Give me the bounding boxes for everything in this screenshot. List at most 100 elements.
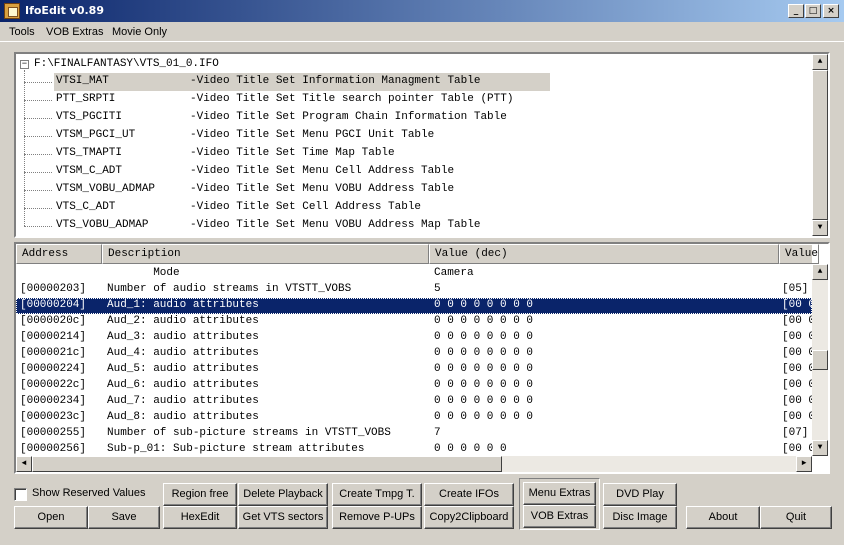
- scroll-left-icon[interactable]: ◄: [16, 456, 32, 472]
- vob-extras-button[interactable]: VOB Extras: [523, 505, 596, 528]
- tree-item[interactable]: VTS_VOBU_ADMAP -Video Title Set Menu VOBU…: [24, 217, 544, 235]
- cell-description: Number of audio streams in VTSTT_VOBS: [107, 283, 352, 295]
- tree-connector: [24, 172, 52, 173]
- cell-address: [0000022c]: [20, 379, 87, 391]
- cell-address: [00000256]: [20, 443, 87, 455]
- collapse-icon[interactable]: −: [20, 60, 29, 69]
- cell-value-hex: [00 0: [782, 363, 816, 375]
- tree-item[interactable]: VTS_PGCITI -Video Title Set Program Chain…: [24, 109, 544, 127]
- create-tmpg-button[interactable]: Create Tmpg T.: [332, 483, 422, 506]
- quit-button[interactable]: Quit: [760, 506, 832, 529]
- cell-value-dec: 0 0 0 0 0 0: [434, 443, 507, 455]
- save-button[interactable]: Save: [88, 506, 160, 529]
- table-row[interactable]: [0000021c] Aud_4: audio attributes 0 0 0 0…: [16, 346, 815, 362]
- tree-item[interactable]: PTT_SRPTI -Video Title Set Title search p…: [24, 91, 544, 109]
- menu-extras-button[interactable]: Menu Extras: [523, 482, 596, 505]
- tree-item[interactable]: VTSI_MAT -Video Title Set Information Man…: [24, 73, 550, 91]
- disc-image-button[interactable]: Disc Image: [603, 506, 677, 529]
- cell-description: Aud_4: audio attributes: [107, 347, 259, 359]
- ifo-tree-view[interactable]: − F:\FINALFANTASY\VTS_01_0.IFO VTSI_MAT -…: [14, 52, 830, 238]
- cell-value-hex: [00 0: [782, 299, 816, 311]
- cell-address: [00000214]: [20, 331, 87, 343]
- scroll-thumb[interactable]: [812, 70, 828, 220]
- grid-horizontal-scrollbar[interactable]: ◄ ►: [16, 456, 812, 472]
- title-bar: IfoEdit v0.89 _ □ ×: [0, 0, 844, 22]
- show-reserved-label[interactable]: Show Reserved Values: [32, 487, 146, 499]
- create-ifos-button[interactable]: Create IFOs: [424, 483, 514, 506]
- minimize-button[interactable]: _: [788, 4, 804, 18]
- tree-item-description: -Video Title Set Time Map Table: [190, 147, 395, 159]
- cell-value-dec: 7: [434, 427, 441, 439]
- tree-item[interactable]: VTSM_PGCI_UT -Video Title Set Menu PGCI U…: [24, 127, 544, 145]
- cell-value-hex: [00 0: [782, 315, 816, 327]
- cell-value-dec: 0 0 0 0 0 0 0 0: [434, 331, 534, 343]
- menu-vob-extras[interactable]: VOB Extras: [46, 26, 103, 38]
- tree-item-name: VTSM_VOBU_ADMAP: [56, 183, 156, 195]
- scroll-right-icon[interactable]: ►: [796, 456, 812, 472]
- cell-value-dec: 0 0 0 0 0 0 0 0: [434, 347, 534, 359]
- table-row[interactable]: [00000204] Aud_1: audio attributes 0 0 0 0…: [16, 298, 816, 314]
- table-row[interactable]: [0000022c] Aud_6: audio attributes 0 0 0 0…: [16, 378, 815, 394]
- close-button[interactable]: ×: [823, 4, 839, 18]
- table-row[interactable]: [00000214] Aud_3: audio attributes 0 0 0 0…: [16, 330, 815, 346]
- remove-pups-button[interactable]: Remove P-UPs: [332, 506, 422, 529]
- scroll-thumb[interactable]: [32, 456, 502, 472]
- cell-address: [00000203]: [20, 283, 87, 295]
- delete-playback-button[interactable]: Delete Playback: [238, 483, 328, 506]
- tree-connector: [24, 226, 52, 227]
- tree-item[interactable]: VTSM_C_ADT -Video Title Set Menu Cell Add…: [24, 163, 544, 181]
- tree-item-description: -Video Title Set Title search pointer Ta…: [190, 93, 514, 105]
- table-row[interactable]: [0000020c] Aud_2: audio attributes 0 0 0 0…: [16, 314, 816, 330]
- tree-connector: [24, 82, 52, 83]
- column-header-value-hex[interactable]: Value: [779, 244, 819, 264]
- menu-bar: Tools VOB Extras Movie Only: [0, 22, 844, 42]
- cell-description: Aud_7: audio attributes: [107, 395, 259, 407]
- open-button[interactable]: Open: [14, 506, 88, 529]
- column-header-address[interactable]: Address: [16, 244, 102, 264]
- scroll-down-icon[interactable]: ▼: [812, 220, 828, 236]
- table-row[interactable]: [00000224] Aud_5: audio attributes 0 0 0 0…: [16, 362, 816, 378]
- column-header-description[interactable]: Description: [102, 244, 429, 264]
- tree-item[interactable]: VTS_TMAPTI -Video Title Set Time Map Tabl…: [24, 145, 544, 163]
- cell-description: Aud_3: audio attributes: [107, 331, 259, 343]
- maximize-button[interactable]: □: [805, 4, 821, 18]
- cell-value-dec: 0 0 0 0 0 0 0 0: [434, 395, 534, 407]
- region-free-button[interactable]: Region free: [163, 483, 237, 506]
- cell-description: Mode: [107, 267, 180, 279]
- menu-tools[interactable]: Tools: [9, 26, 35, 38]
- grid-vertical-scrollbar[interactable]: ▲ ▼: [812, 264, 828, 456]
- dvd-play-button[interactable]: DVD Play: [603, 483, 677, 506]
- scroll-up-icon[interactable]: ▲: [812, 54, 828, 70]
- cell-description: Aud_2: audio attributes: [107, 315, 259, 327]
- tree-item[interactable]: VTSM_VOBU_ADMAP -Video Title Set Menu VOB…: [24, 181, 544, 199]
- cell-description: Aud_5: audio attributes: [107, 363, 259, 375]
- about-button[interactable]: About: [686, 506, 760, 529]
- cell-address: [00000234]: [20, 395, 87, 407]
- show-reserved-checkbox[interactable]: [14, 488, 27, 501]
- get-vts-sectors-button[interactable]: Get VTS sectors: [238, 506, 328, 529]
- cell-value-dec: 0 0 0 0 0 0 0 0: [434, 363, 534, 375]
- menu-movie-only[interactable]: Movie Only: [112, 26, 167, 38]
- table-row[interactable]: [0000023c] Aud_8: audio attributes 0 0 0 0…: [16, 410, 815, 426]
- tree-item-description: -Video Title Set Menu PGCI Unit Table: [190, 129, 435, 141]
- cell-description: Aud_6: audio attributes: [107, 379, 259, 391]
- table-row[interactable]: [00000203] Number of audio streams in VTS…: [16, 282, 812, 298]
- data-grid[interactable]: Address Description Value (dec) Value Mo…: [14, 242, 830, 474]
- table-row[interactable]: [00000255] Number of sub-picture streams …: [16, 426, 812, 442]
- tree-vertical-scrollbar[interactable]: ▲ ▼: [812, 54, 828, 236]
- table-row[interactable]: Mode Camera: [16, 266, 812, 282]
- column-header-value-dec[interactable]: Value (dec): [429, 244, 779, 264]
- app-icon[interactable]: [4, 3, 20, 19]
- copy2clipboard-button[interactable]: Copy2Clipboard: [424, 506, 514, 529]
- cell-address: [0000023c]: [20, 411, 87, 423]
- cell-description: Aud_8: audio attributes: [107, 411, 259, 423]
- cell-address: [00000204]: [20, 299, 87, 311]
- scroll-thumb[interactable]: [812, 350, 828, 370]
- tree-item[interactable]: VTS_C_ADT -Video Title Set Cell Address T…: [24, 199, 544, 217]
- scroll-down-icon[interactable]: ▼: [812, 440, 828, 456]
- scroll-up-icon[interactable]: ▲: [812, 264, 828, 280]
- tree-item-name: PTT_SRPTI: [56, 93, 116, 105]
- table-row[interactable]: [00000234] Aud_7: audio attributes 0 0 0 0…: [16, 394, 815, 410]
- hexedit-button[interactable]: HexEdit: [163, 506, 237, 529]
- tree-item-description: -Video Title Set Menu VOBU Address Map T…: [190, 219, 481, 231]
